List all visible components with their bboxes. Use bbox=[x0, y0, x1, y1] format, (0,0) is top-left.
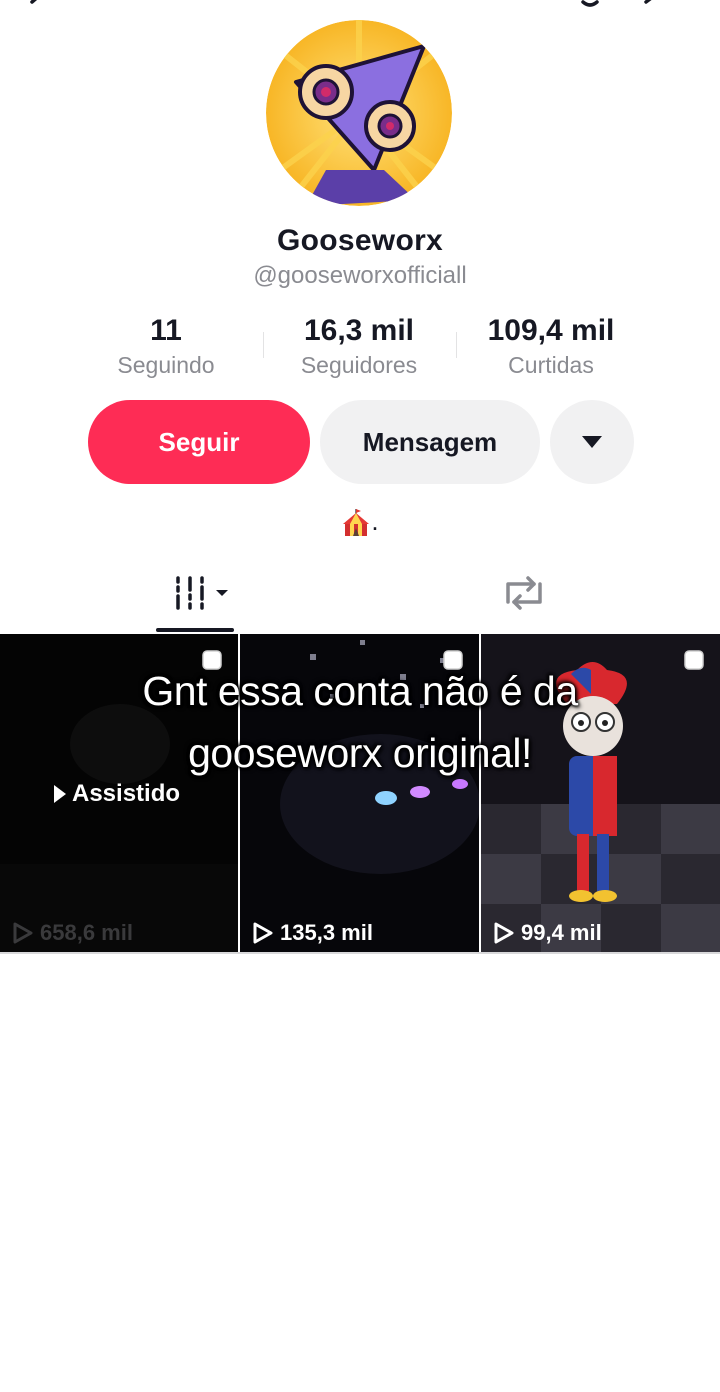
play-icon bbox=[54, 785, 66, 803]
message-button[interactable]: Mensagem bbox=[320, 400, 540, 484]
active-tab-indicator bbox=[156, 628, 234, 632]
watched-label: Assistido bbox=[72, 780, 181, 807]
play-icon bbox=[494, 922, 514, 944]
overlay-caption: Gnt essa conta não é da gooseworx origin… bbox=[142, 668, 578, 776]
bell-icon[interactable] bbox=[568, 0, 612, 20]
tent-icon bbox=[343, 509, 370, 537]
watched-badge: Assistido bbox=[54, 780, 180, 808]
bio-text: . bbox=[371, 506, 379, 536]
stat-following[interactable]: 11 Seguindo bbox=[66, 314, 266, 379]
pin-icon bbox=[684, 650, 704, 670]
followers-count: 16,3 mil bbox=[303, 314, 415, 347]
play-icon bbox=[253, 922, 273, 944]
follow-button[interactable]: Seguir bbox=[88, 400, 310, 484]
display-name: Gooseworx bbox=[276, 224, 444, 257]
likes-count: 109,4 mil bbox=[487, 314, 615, 347]
view-count-text: 135,3 mil bbox=[280, 920, 373, 945]
bio: . bbox=[0, 506, 720, 538]
profile-tabs bbox=[0, 560, 720, 634]
stat-likes[interactable]: 109,4 mil Curtidas bbox=[451, 314, 651, 379]
likes-label: Curtidas bbox=[508, 352, 594, 378]
view-count-text: 99,4 mil bbox=[521, 920, 602, 945]
tab-videos[interactable] bbox=[156, 560, 234, 634]
view-count: 658,6 mil bbox=[12, 920, 133, 946]
avatar[interactable] bbox=[266, 20, 452, 206]
chevron-down-icon bbox=[582, 436, 602, 448]
stat-followers[interactable]: 16,3 mil Seguidores bbox=[259, 314, 459, 379]
repost-icon bbox=[506, 576, 542, 610]
following-label: Seguindo bbox=[117, 352, 215, 378]
view-count: 99,4 mil bbox=[493, 920, 602, 946]
followers-label: Seguidores bbox=[300, 352, 418, 378]
play-icon bbox=[13, 922, 33, 944]
tab-reposts[interactable] bbox=[490, 560, 558, 634]
view-count-text: 658,6 mil bbox=[40, 920, 133, 945]
grid-tab-icon bbox=[176, 576, 228, 610]
share-icon[interactable] bbox=[642, 0, 690, 20]
back-icon[interactable] bbox=[22, 0, 54, 18]
profile-stats: 11 Seguindo 16,3 mil Seguidores 109,4 mi… bbox=[0, 314, 720, 384]
grid-divider bbox=[0, 952, 720, 954]
more-options-button[interactable] bbox=[550, 400, 634, 484]
username: @gooseworxofficiall bbox=[253, 262, 467, 289]
view-count: 135,3 mil bbox=[252, 920, 373, 946]
following-count: 11 bbox=[150, 314, 182, 347]
